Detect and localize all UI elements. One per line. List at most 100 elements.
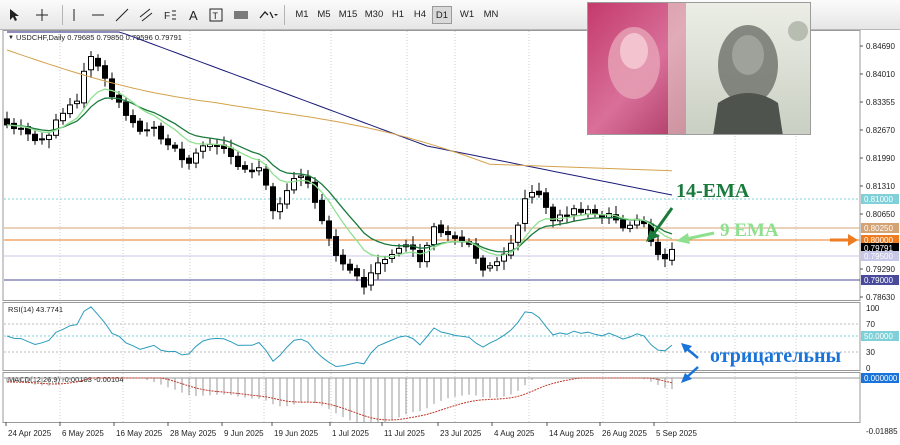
candle-bull [431,226,437,246]
candle-bull [151,126,157,129]
rsi-header: RSI(14) 43.7741 [8,305,63,314]
candle-bear [95,57,101,67]
timeframe-h1[interactable]: H1 [388,6,408,24]
timeframe-d1[interactable]: D1 [432,6,452,24]
toolbar-separator [62,5,63,25]
candle-bear [270,186,276,212]
candle-bull [88,56,94,71]
svg-text:T: T [213,11,219,21]
candle-bull [74,100,80,105]
candle-bear [620,219,626,229]
date-axis-label: 9 Jun 2025 [224,429,264,438]
rsi-axis-label: 0 [866,364,871,373]
ema14-callout: 14-EMA [676,180,750,202]
macd-axis-label: -0.01885 [866,427,898,436]
candle-bear [130,115,136,124]
chart-header: USDCHF,Daily 0.79685 0.79850 0.79596 0.7… [16,33,182,42]
arrows-menu-icon[interactable] [256,5,280,25]
candle-bear [480,257,486,271]
timeframe-m1[interactable]: M1 [292,6,312,24]
price-axis-label: 0.84010 [866,70,895,79]
candle-bull [298,175,304,178]
vertical-line-icon[interactable] [66,5,82,25]
date-axis-label: 23 Jul 2025 [440,429,482,438]
svg-text:F: F [164,11,170,22]
candle-bear [543,192,549,208]
price-marker-label: 0.80250 [864,224,893,233]
rsi-axis-label: 50.0000 [864,332,893,341]
rsi-axis-label: 70 [866,320,875,329]
price-axis-label: 0.81990 [866,154,895,163]
candle-bear [102,65,108,79]
price-marker-label: 0.81000 [864,195,893,204]
rsi-axis-label: 100 [866,304,880,313]
rsi-axis-label: 30 [866,348,875,357]
price-axis-label: 0.79290 [866,265,895,274]
timeframe-m30[interactable]: M30 [362,6,386,24]
candle-bull [200,145,206,152]
date-axis-label: 1 Jul 2025 [332,429,369,438]
candle-bear [564,214,570,217]
candle-bull [396,247,402,254]
toolbar-separator [284,5,285,25]
candle-bull [46,134,52,140]
timeframe-m5[interactable]: M5 [314,6,334,24]
candle-bear [319,199,325,222]
candle-bull [214,144,220,147]
candle-bear [123,101,129,116]
text-label-icon[interactable]: T [206,5,226,25]
macd-axis-label: 0.000000 [864,374,898,383]
price-marker-label: 0.79000 [864,276,893,285]
candle-bear [186,157,192,164]
candle-bear [445,231,451,236]
candle-bull [368,272,374,286]
candle-bear [172,144,178,149]
currency-notes-photo [587,2,811,135]
candle-bull [39,138,45,141]
candle-bear [452,235,458,239]
channel-icon[interactable] [136,5,156,25]
cursor-icon[interactable] [4,5,24,25]
timeframe-mn[interactable]: MN [480,6,502,24]
candle-bear [228,147,234,157]
collapse-icon: ▼ [8,35,14,41]
candle-bull [627,224,633,229]
date-axis-label: 14 Aug 2025 [549,429,594,438]
candle-bear [4,118,10,126]
date-axis-label: 6 May 2025 [62,429,104,438]
date-axis-label: 19 Jun 2025 [274,429,319,438]
timeframe-m15[interactable]: M15 [336,6,360,24]
date-axis-label: 26 Aug 2025 [602,429,647,438]
trendline-icon[interactable] [112,5,132,25]
candle-bear [354,268,360,277]
candle-bull [669,248,675,261]
candle-bull [515,224,521,243]
ema9-callout: 9 EMA [720,220,779,241]
candle-bear [242,165,248,170]
candle-bear [417,250,423,263]
timeframe-w1[interactable]: W1 [456,6,478,24]
negative-callout: отрицательны [710,345,842,367]
candle-bear [165,138,171,146]
price-axis-label: 0.83355 [866,98,895,107]
svg-text:A: A [189,8,198,22]
candle-bull [256,167,262,172]
fibonacci-icon[interactable]: F [160,5,180,25]
candle-bull [277,203,283,213]
candle-bear [536,190,542,196]
timeframe-h4[interactable]: H4 [410,6,430,24]
crosshair-icon[interactable] [30,5,54,25]
candle-bear [578,208,584,213]
date-axis-label: 28 May 2025 [170,429,217,438]
horizontal-line-icon[interactable] [88,5,108,25]
price-axis-label: 0.81310 [866,182,895,191]
rectangle-icon[interactable] [230,5,252,25]
price-marker-label: 0.79500 [864,252,893,261]
candle-bull [522,198,528,224]
candle-bull [144,129,150,132]
candle-bear [326,220,332,239]
text-tool-icon[interactable]: A [184,5,204,25]
candle-bull [193,152,199,164]
price-axis-label: 0.78630 [866,293,895,302]
candle-bear [109,78,115,98]
